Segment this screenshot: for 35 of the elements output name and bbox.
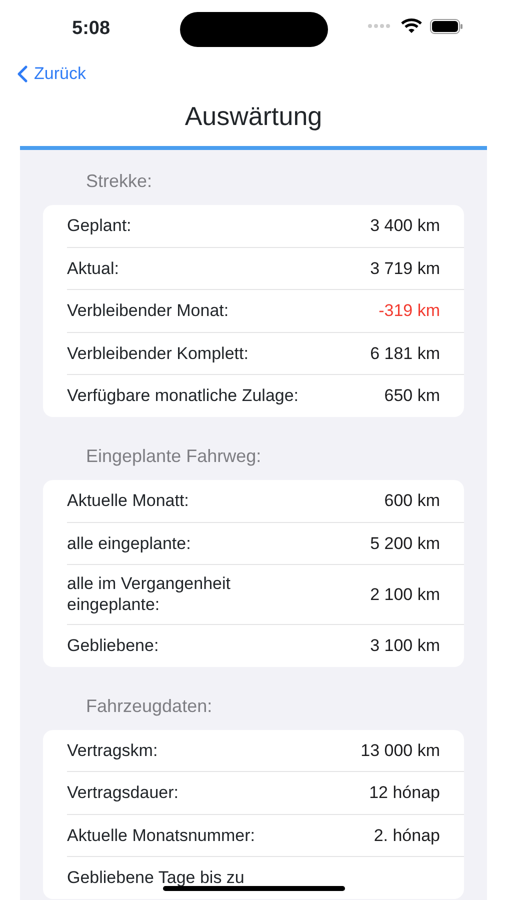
row-label: Geplant: bbox=[67, 215, 132, 236]
row-value: 5 200 km bbox=[370, 532, 440, 554]
section-header: Strekke: bbox=[85, 170, 154, 193]
signal-icon bbox=[367, 23, 393, 29]
status-time: 5:08 bbox=[72, 18, 110, 39]
row-value: 2. hónap bbox=[374, 824, 440, 846]
row-label: Aktual: bbox=[67, 258, 119, 279]
section-header: Fahrzeugdaten: bbox=[85, 694, 214, 718]
row-label: Aktuelle Monatsnummer: bbox=[67, 824, 256, 846]
back-button[interactable]: Zurück bbox=[16, 61, 86, 87]
row-value: 3 719 km bbox=[370, 258, 440, 280]
row-value: 2 100 km bbox=[370, 584, 440, 606]
row-label: Verbleibender Monat: bbox=[67, 300, 229, 322]
row-value: 3 100 km bbox=[370, 634, 440, 657]
wifi-icon bbox=[401, 18, 422, 34]
row-value: 3 400 km bbox=[370, 215, 440, 237]
row-label: alle eingeplante: bbox=[67, 532, 191, 554]
battery-icon bbox=[430, 18, 463, 34]
row-value: 6 181 km bbox=[370, 342, 440, 364]
row-label: Verfügbare monatliche Zulage: bbox=[67, 385, 299, 407]
row-label: Aktuelle Monatt: bbox=[67, 490, 189, 512]
row-value: 13 000 km bbox=[360, 740, 440, 762]
row-value: 600 km bbox=[384, 490, 440, 512]
row-label: Gebliebene: bbox=[67, 634, 159, 656]
page-title: Auswärtung bbox=[184, 100, 324, 133]
section-header: Eingeplante Fahrweg: bbox=[85, 445, 262, 468]
row-label: Verbleibender Komplett: bbox=[67, 342, 248, 364]
row-value: -319 km bbox=[378, 300, 440, 322]
row-label: Gebliebene Tage bis zu bbox=[67, 867, 244, 889]
row-label: alle im Vergangenheit eingeplante: bbox=[67, 573, 231, 616]
chevron-left-icon bbox=[16, 65, 28, 83]
row-value: 650 km bbox=[384, 385, 440, 408]
row-value: 12 hónap bbox=[369, 782, 440, 804]
row-label: Vertragskm: bbox=[67, 740, 158, 761]
row-label: Vertragsdauer: bbox=[67, 782, 179, 804]
